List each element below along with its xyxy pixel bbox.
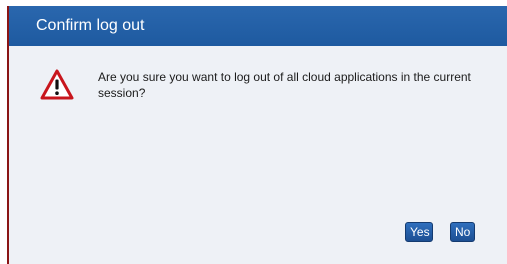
dialog-titlebar: Confirm log out <box>9 6 507 46</box>
dialog-message: Are you sure you want to log out of all … <box>98 70 471 100</box>
dialog-title: Confirm log out <box>36 17 145 34</box>
confirm-logout-dialog: Confirm log out Are you sure you want to… <box>7 6 507 264</box>
warning-icon <box>40 69 74 100</box>
yes-button[interactable]: Yes <box>405 222 433 242</box>
no-button[interactable]: No <box>450 222 475 242</box>
